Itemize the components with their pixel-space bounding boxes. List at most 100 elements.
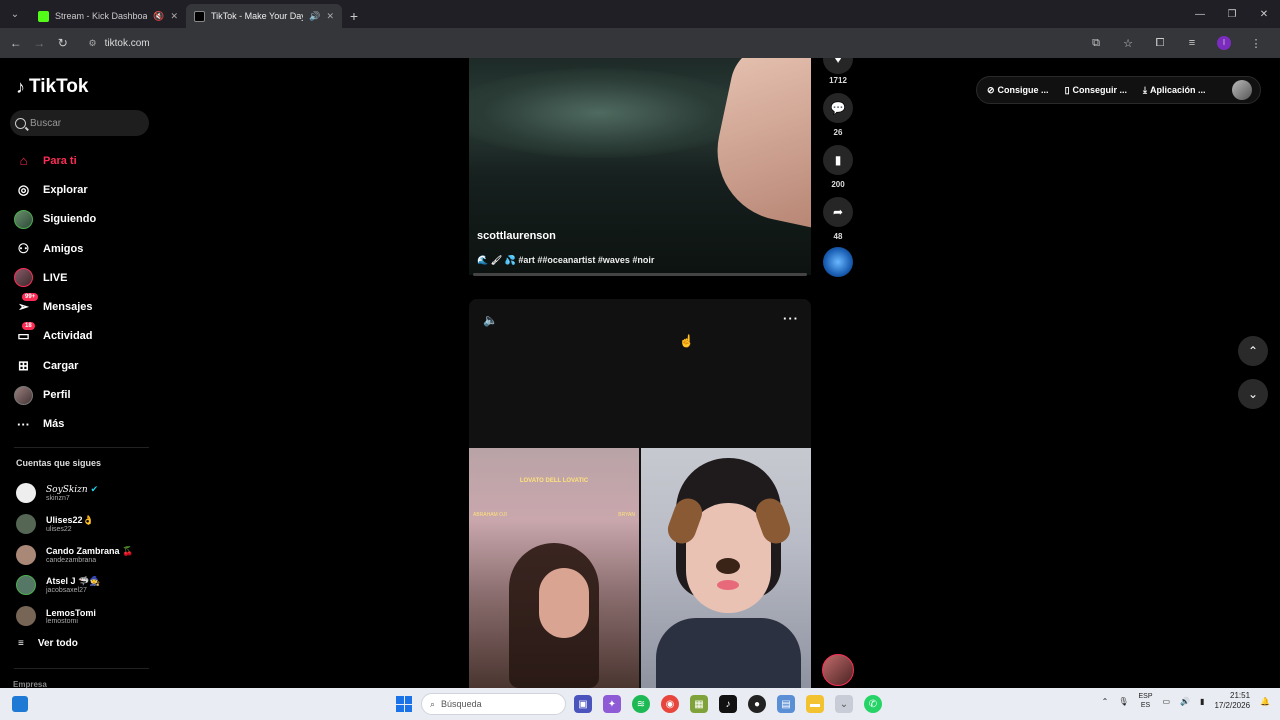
comment-button[interactable]: 💬 <box>823 93 853 123</box>
nav-item-cargar[interactable]: ⊞ Cargar <box>14 351 154 380</box>
network-icon[interactable]: ▭ <box>1163 697 1171 706</box>
comment-icon: 💬 <box>830 101 846 115</box>
volume-tray-icon[interactable]: 🔊 <box>1180 697 1190 706</box>
whatsapp-icon[interactable]: ✆ <box>864 695 882 713</box>
nav-item-live[interactable]: LIVE <box>14 263 154 292</box>
bookmark-button[interactable]: ▮ <box>823 145 853 175</box>
image-app-icon[interactable]: ▤ <box>777 695 795 713</box>
battery-icon[interactable]: ▮ <box>1200 697 1204 706</box>
extensions-icon[interactable]: ⧠ <box>1144 37 1176 50</box>
tray-overflow-icon[interactable]: ⌃ <box>1102 697 1109 706</box>
tiktok-logo[interactable]: ♪ TikTok <box>16 76 88 98</box>
following-account[interactable]: LemosTomi lemostomi <box>16 601 156 632</box>
top-right-actions: ⊘ Consigue ... ▯ Conseguir ... ⤓ Aplicac… <box>976 76 1261 104</box>
volume-icon[interactable]: 🔈 <box>483 313 498 327</box>
close-window-icon[interactable]: ✕ <box>1248 9 1280 20</box>
back-icon[interactable]: ← <box>4 36 28 50</box>
tab-audio-icon[interactable]: 🔊 <box>309 11 320 22</box>
get-coins-button[interactable]: ⊘ Consigue ... <box>987 85 1049 96</box>
nav-item-siguiendo[interactable]: Siguiendo <box>14 205 154 234</box>
see-all-button[interactable]: ≡ Ver todo <box>18 638 78 649</box>
nav-item-perfil[interactable]: Perfil <box>14 380 154 409</box>
tiktok-favicon-icon <box>194 10 205 22</box>
taskbar-search[interactable]: ⌕ Búsqueda <box>421 693 566 715</box>
scroll-down-button[interactable]: ⌄ <box>1238 379 1268 409</box>
bookmark-count: 200 <box>831 180 845 189</box>
widgets-icon[interactable] <box>12 696 28 712</box>
app-generic-icon[interactable]: ⌄ <box>835 695 853 713</box>
messages-icon: ➢ 99+ <box>14 292 39 317</box>
following-account[interactable]: Cando Zambrana 🍒 candezambrana <box>16 539 156 570</box>
language-indicator[interactable]: ESP ES <box>1138 692 1152 710</box>
minecraft-icon[interactable]: ▦ <box>690 695 708 713</box>
forward-icon[interactable]: → <box>28 36 52 50</box>
video-author[interactable]: scottlaurenson <box>477 230 556 242</box>
tab-kick-dashboard[interactable]: Stream - Kick Dashboard 🔇 ✕ <box>30 4 186 28</box>
share-button[interactable]: ➦ <box>823 197 853 227</box>
creator-avatar[interactable] <box>822 654 854 686</box>
tab-close-icon[interactable]: ✕ <box>326 11 334 22</box>
maximize-icon[interactable]: ❐ <box>1216 9 1248 20</box>
profile-avatar-icon <box>14 385 33 405</box>
scroll-up-button[interactable]: ⌃ <box>1238 336 1268 366</box>
nav-item-para-ti[interactable]: ⌂ Para ti <box>14 146 154 175</box>
account-avatar <box>16 483 36 504</box>
video-progress-bar[interactable] <box>473 273 807 276</box>
spotify-icon[interactable]: ≋ <box>632 695 650 713</box>
account-emoji: 🍒 <box>122 545 134 556</box>
live-avatar-icon <box>14 268 33 288</box>
browser-tab-bar: ⌄ Stream - Kick Dashboard 🔇 ✕ TikTok - M… <box>0 0 1280 28</box>
copilot-icon[interactable]: ✦ <box>603 695 621 713</box>
chrome-icon[interactable]: ◉ <box>661 695 679 713</box>
nav-item-amigos[interactable]: ⚇ Amigos <box>14 234 154 263</box>
lips <box>717 580 739 590</box>
account-name: Ulises22 <box>46 515 83 526</box>
tiktok-app-icon[interactable]: ♪ <box>719 695 737 713</box>
profile-avatar[interactable]: I <box>1208 36 1240 50</box>
desktop-app-label: Aplicación ... <box>1150 85 1206 95</box>
following-account[interactable]: Ulises22👌 ulises22 <box>16 509 156 540</box>
music-disc-icon[interactable] <box>823 247 853 277</box>
site-info-icon[interactable]: ⚙ <box>89 38 97 49</box>
video-caption[interactable]: 🌊 🖌 💦 #art ##oceanartist #waves #noir <box>477 255 654 266</box>
clock[interactable]: 21:51 17/2/2026 <box>1214 691 1250 711</box>
app-dark-icon[interactable]: ● <box>748 695 766 713</box>
start-button[interactable] <box>396 696 412 712</box>
reload-icon[interactable]: ↻ <box>51 36 75 50</box>
company-link[interactable]: Empresa <box>13 680 47 688</box>
notification-icon[interactable]: 🔔 <box>1260 697 1270 706</box>
following-account[interactable]: Atsel J 🦈🧙 jacobsaxel27 <box>16 570 156 601</box>
bookmark-star-icon[interactable]: ☆ <box>1112 37 1144 50</box>
microphone-icon[interactable]: 🎙 <box>1118 697 1128 706</box>
new-tab-button[interactable]: + <box>342 8 366 24</box>
reading-list-icon[interactable]: ≡ <box>1176 37 1208 49</box>
search-input[interactable]: Buscar <box>10 110 149 136</box>
activity-icon: ▭ 18 <box>14 321 35 346</box>
install-app-icon[interactable]: ⧉ <box>1080 37 1112 50</box>
desktop-app-button[interactable]: ⤓ Aplicación ... <box>1143 85 1206 96</box>
tab-close-icon[interactable]: ✕ <box>170 11 178 22</box>
nav-item-explorar[interactable]: ◎ Explorar <box>14 175 154 204</box>
file-explorer-icon[interactable]: ▬ <box>806 695 824 713</box>
get-app-button[interactable]: ▯ Conseguir ... <box>1065 85 1127 96</box>
teams-icon[interactable]: ▣ <box>574 695 592 713</box>
live-left-name: ABRAHAM OJI <box>473 512 507 518</box>
tab-tiktok[interactable]: TikTok - Make Your Day 🔊 ✕ <box>186 4 342 28</box>
nav-label: Actividad <box>43 330 93 343</box>
search-icon <box>15 117 26 129</box>
nav-item-mensajes[interactable]: ➢ 99+ Mensajes <box>14 292 154 321</box>
video-player-1[interactable] <box>469 58 811 275</box>
video-player-2[interactable]: 🔈 ··· ☝ LOVATO DELL LOVATIC ABRAHAM OJI … <box>469 299 811 688</box>
user-avatar[interactable] <box>1232 80 1252 100</box>
browser-menu-icon[interactable]: ⋮ <box>1240 37 1272 50</box>
tab-muted-icon[interactable]: 🔇 <box>153 11 164 22</box>
tab-search-button[interactable]: ⌄ <box>4 3 26 25</box>
like-button[interactable]: ♥ <box>823 58 853 74</box>
nav-item-actividad[interactable]: ▭ 18 Actividad <box>14 321 154 351</box>
minimize-icon[interactable]: — <box>1184 9 1216 20</box>
more-options-icon[interactable]: ··· <box>783 311 799 326</box>
address-bar[interactable]: ⚙ tiktok.com <box>80 32 1081 54</box>
nav-item-mas[interactable]: ··· Más <box>14 410 154 439</box>
list-icon: ≡ <box>18 638 24 649</box>
following-account[interactable]: SoySkizn ✔ skinzn7 <box>16 478 156 509</box>
